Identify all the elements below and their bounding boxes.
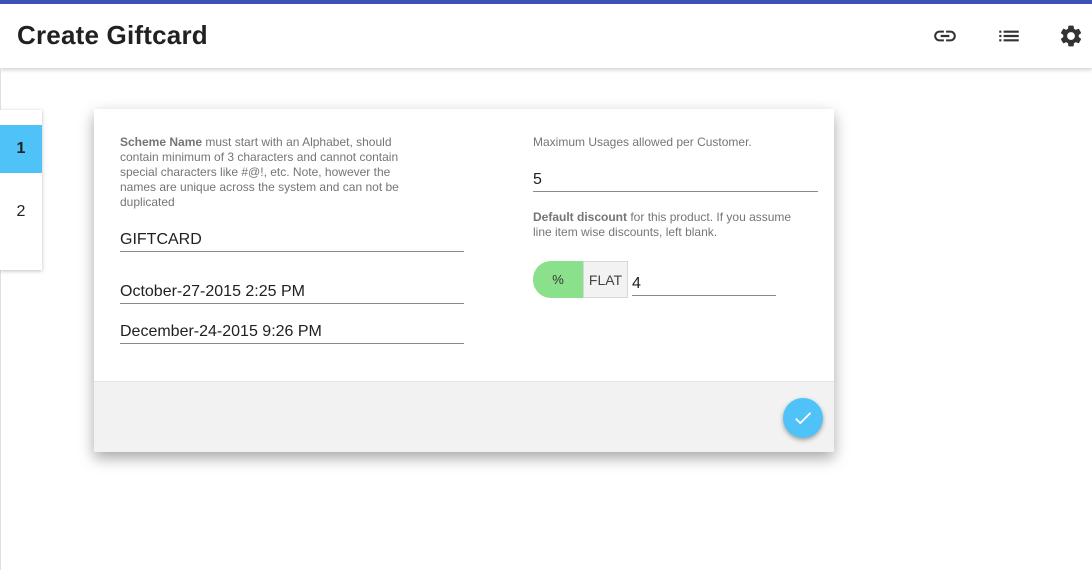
max-usage-field[interactable]	[533, 168, 818, 192]
scheme-name-field[interactable]	[120, 228, 464, 252]
page-title: Create Giftcard	[17, 20, 208, 50]
step-nav: 1 2	[0, 110, 42, 270]
max-usage-hint: Maximum Usages allowed per Customer.	[533, 135, 752, 149]
submit-button[interactable]	[783, 398, 823, 438]
flat-toggle-button[interactable]: FLAT	[583, 261, 628, 298]
check-icon	[795, 412, 812, 425]
discount-hint: Default discount for this product. If yo…	[533, 210, 793, 240]
start-date-field[interactable]	[120, 280, 464, 304]
app-header: Create Giftcard	[0, 4, 1092, 68]
discount-type-toggle: % FLAT	[533, 261, 628, 298]
discount-value-field[interactable]	[632, 272, 776, 296]
discount-hint-bold: Default discount	[533, 210, 628, 224]
link-icon[interactable]	[932, 23, 958, 49]
list-icon[interactable]	[996, 23, 1022, 49]
scheme-name-hint: Scheme Name must start with an Alphabet,…	[120, 135, 425, 210]
card-footer	[94, 381, 834, 452]
scheme-name-hint-bold: Scheme Name	[120, 135, 203, 149]
step-2[interactable]: 2	[0, 188, 42, 236]
giftcard-form-card: Scheme Name must start with an Alphabet,…	[94, 109, 834, 452]
percent-toggle-button[interactable]: %	[533, 261, 583, 298]
end-date-field[interactable]	[120, 320, 464, 344]
step-1[interactable]: 1	[0, 125, 42, 173]
gear-icon[interactable]	[1058, 23, 1084, 49]
